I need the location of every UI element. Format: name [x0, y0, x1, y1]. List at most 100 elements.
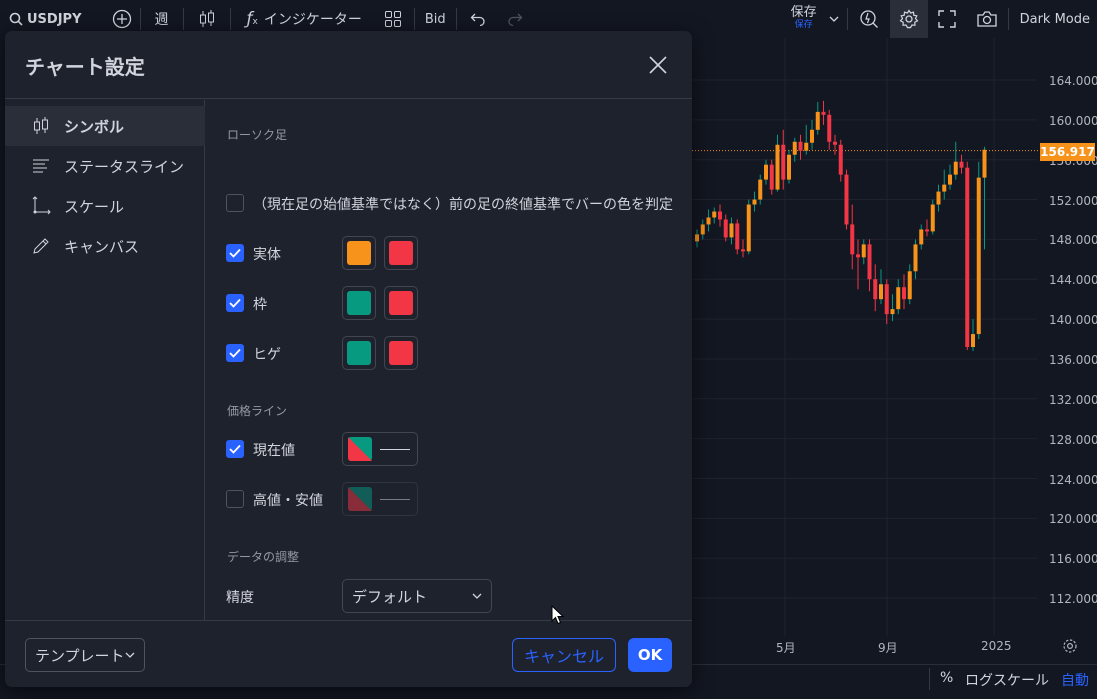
template-label: テンプレート: [35, 646, 125, 665]
undo-icon: [470, 13, 485, 26]
precision-select[interactable]: デフォルト: [342, 579, 492, 613]
candle-body: [936, 191, 941, 205]
sidebar-item-label: スケール: [64, 197, 125, 216]
candle-body: [718, 211, 722, 220]
candle-body: [752, 199, 757, 205]
sidebar-item-symbol[interactable]: シンボル: [5, 106, 205, 146]
quick-search-button[interactable]: [848, 0, 890, 38]
candle-body: [884, 284, 889, 315]
body-down-color[interactable]: [384, 236, 418, 270]
candle-body: [712, 211, 717, 218]
price-tick: 132.000: [1049, 392, 1097, 407]
mouse-cursor-icon: [551, 605, 565, 625]
line-preview: [380, 448, 410, 450]
close-button[interactable]: [643, 50, 673, 80]
check-icon: [229, 348, 241, 358]
high-low-row: 高値・安値: [226, 490, 323, 509]
plus-circle-icon: [112, 9, 131, 29]
candle-body: [959, 161, 964, 168]
candle-body: [746, 204, 751, 252]
settings-content: ローソク足 （現在足の始値基準ではなく）前の足の終値基準でバーの色を判定 実体 …: [206, 100, 692, 620]
wick-down-color[interactable]: [384, 336, 418, 370]
chevron-down-icon: [829, 16, 839, 22]
swatch-fill: [347, 291, 371, 315]
candle-body: [844, 174, 849, 225]
border-checkbox[interactable]: [226, 294, 244, 312]
theme-toggle[interactable]: Dark Mode: [1009, 0, 1097, 38]
candle-body: [815, 111, 820, 130]
save-sublabel: 保存: [794, 20, 813, 30]
candle-body: [971, 334, 975, 347]
border-up-color[interactable]: [342, 286, 376, 320]
price-tick: 160.000: [1049, 113, 1097, 128]
high-low-label: 高値・安値: [253, 493, 323, 509]
price-tick: 112.000: [1049, 592, 1097, 607]
price-tick: 140.000: [1049, 313, 1097, 328]
symbol-label: USDJPY: [27, 11, 82, 27]
snapshot-button[interactable]: [966, 0, 1008, 38]
save-button[interactable]: 保存 保存: [783, 6, 825, 32]
high-low-line-style[interactable]: [342, 482, 418, 516]
template-button[interactable]: テンプレート: [25, 638, 145, 672]
settings-button[interactable]: [889, 0, 928, 38]
candle-body: [764, 164, 768, 180]
wick-checkbox[interactable]: [226, 344, 244, 362]
body-checkbox[interactable]: [226, 244, 244, 262]
sidebar-item-label: シンボル: [64, 117, 125, 136]
border-row: 枠: [226, 294, 267, 313]
candles-icon: [30, 115, 52, 137]
candle-body: [890, 309, 895, 315]
percent-toggle[interactable]: %: [940, 670, 953, 686]
candles-icon: [199, 10, 214, 27]
sidebar-item-scale[interactable]: スケール: [5, 186, 205, 226]
auto-scale-toggle[interactable]: 自動: [1061, 670, 1089, 690]
candle-body: [850, 224, 855, 255]
check-icon: [229, 298, 241, 308]
price-tick: 136.000: [1049, 352, 1097, 367]
prev-close-checkbox[interactable]: [226, 194, 244, 212]
wick-label: ヒゲ: [253, 347, 281, 363]
save-menu-button[interactable]: [825, 0, 847, 38]
precision-row: 精度: [226, 587, 254, 607]
current-value-checkbox[interactable]: [226, 440, 244, 458]
sidebar-item-status-line[interactable]: ステータスライン: [5, 146, 205, 186]
precision-label: 精度: [226, 590, 254, 606]
check-icon: [229, 444, 241, 454]
prev-close-row[interactable]: （現在足の始値基準ではなく）前の足の終値基準でバーの色を判定: [226, 194, 673, 213]
price-tick: 120.000: [1049, 512, 1097, 527]
fx-icon: ƒx: [246, 9, 258, 29]
fullscreen-button[interactable]: [928, 0, 966, 38]
time-tick: 2025: [981, 639, 1012, 653]
candle-body: [769, 164, 774, 190]
high-low-checkbox[interactable]: [226, 490, 244, 508]
candle-body: [827, 114, 832, 142]
price-axis[interactable]: 164.000160.000156.000152.000148.000144.0…: [1037, 38, 1097, 638]
candle-body: [821, 111, 826, 115]
candle-body: [907, 271, 912, 300]
candle-body: [902, 287, 906, 300]
wick-up-color[interactable]: [342, 336, 376, 370]
dialog-header: チャート設定: [5, 31, 692, 99]
border-down-color[interactable]: [384, 286, 418, 320]
time-tick: 5月: [776, 641, 796, 655]
axis-settings-button[interactable]: [1062, 638, 1078, 658]
status-line-icon: [30, 155, 52, 177]
candle-body: [729, 223, 734, 238]
precision-value: デフォルト: [352, 587, 428, 606]
body-up-color[interactable]: [342, 236, 376, 270]
swatch-fill: [347, 341, 371, 365]
sidebar-item-canvas[interactable]: キャンバス: [5, 226, 205, 266]
candle-body: [982, 149, 987, 178]
toolbar-right: 保存 保存 Dark Mode: [783, 0, 1097, 38]
ok-button[interactable]: OK: [628, 638, 672, 672]
candle-body: [919, 229, 924, 245]
cancel-button[interactable]: キャンセル: [512, 638, 616, 672]
candle-body: [787, 154, 791, 180]
price-tick: 124.000: [1049, 472, 1097, 487]
check-icon: [229, 248, 241, 258]
chart-settings-dialog: チャート設定 シンボル ステータスライン スケール キャンバス ローソク足 （現…: [5, 31, 692, 687]
candle-body: [706, 217, 711, 225]
log-scale-toggle[interactable]: ログスケール: [965, 670, 1049, 690]
candle-body: [953, 161, 958, 175]
current-value-line-style[interactable]: [342, 432, 418, 466]
